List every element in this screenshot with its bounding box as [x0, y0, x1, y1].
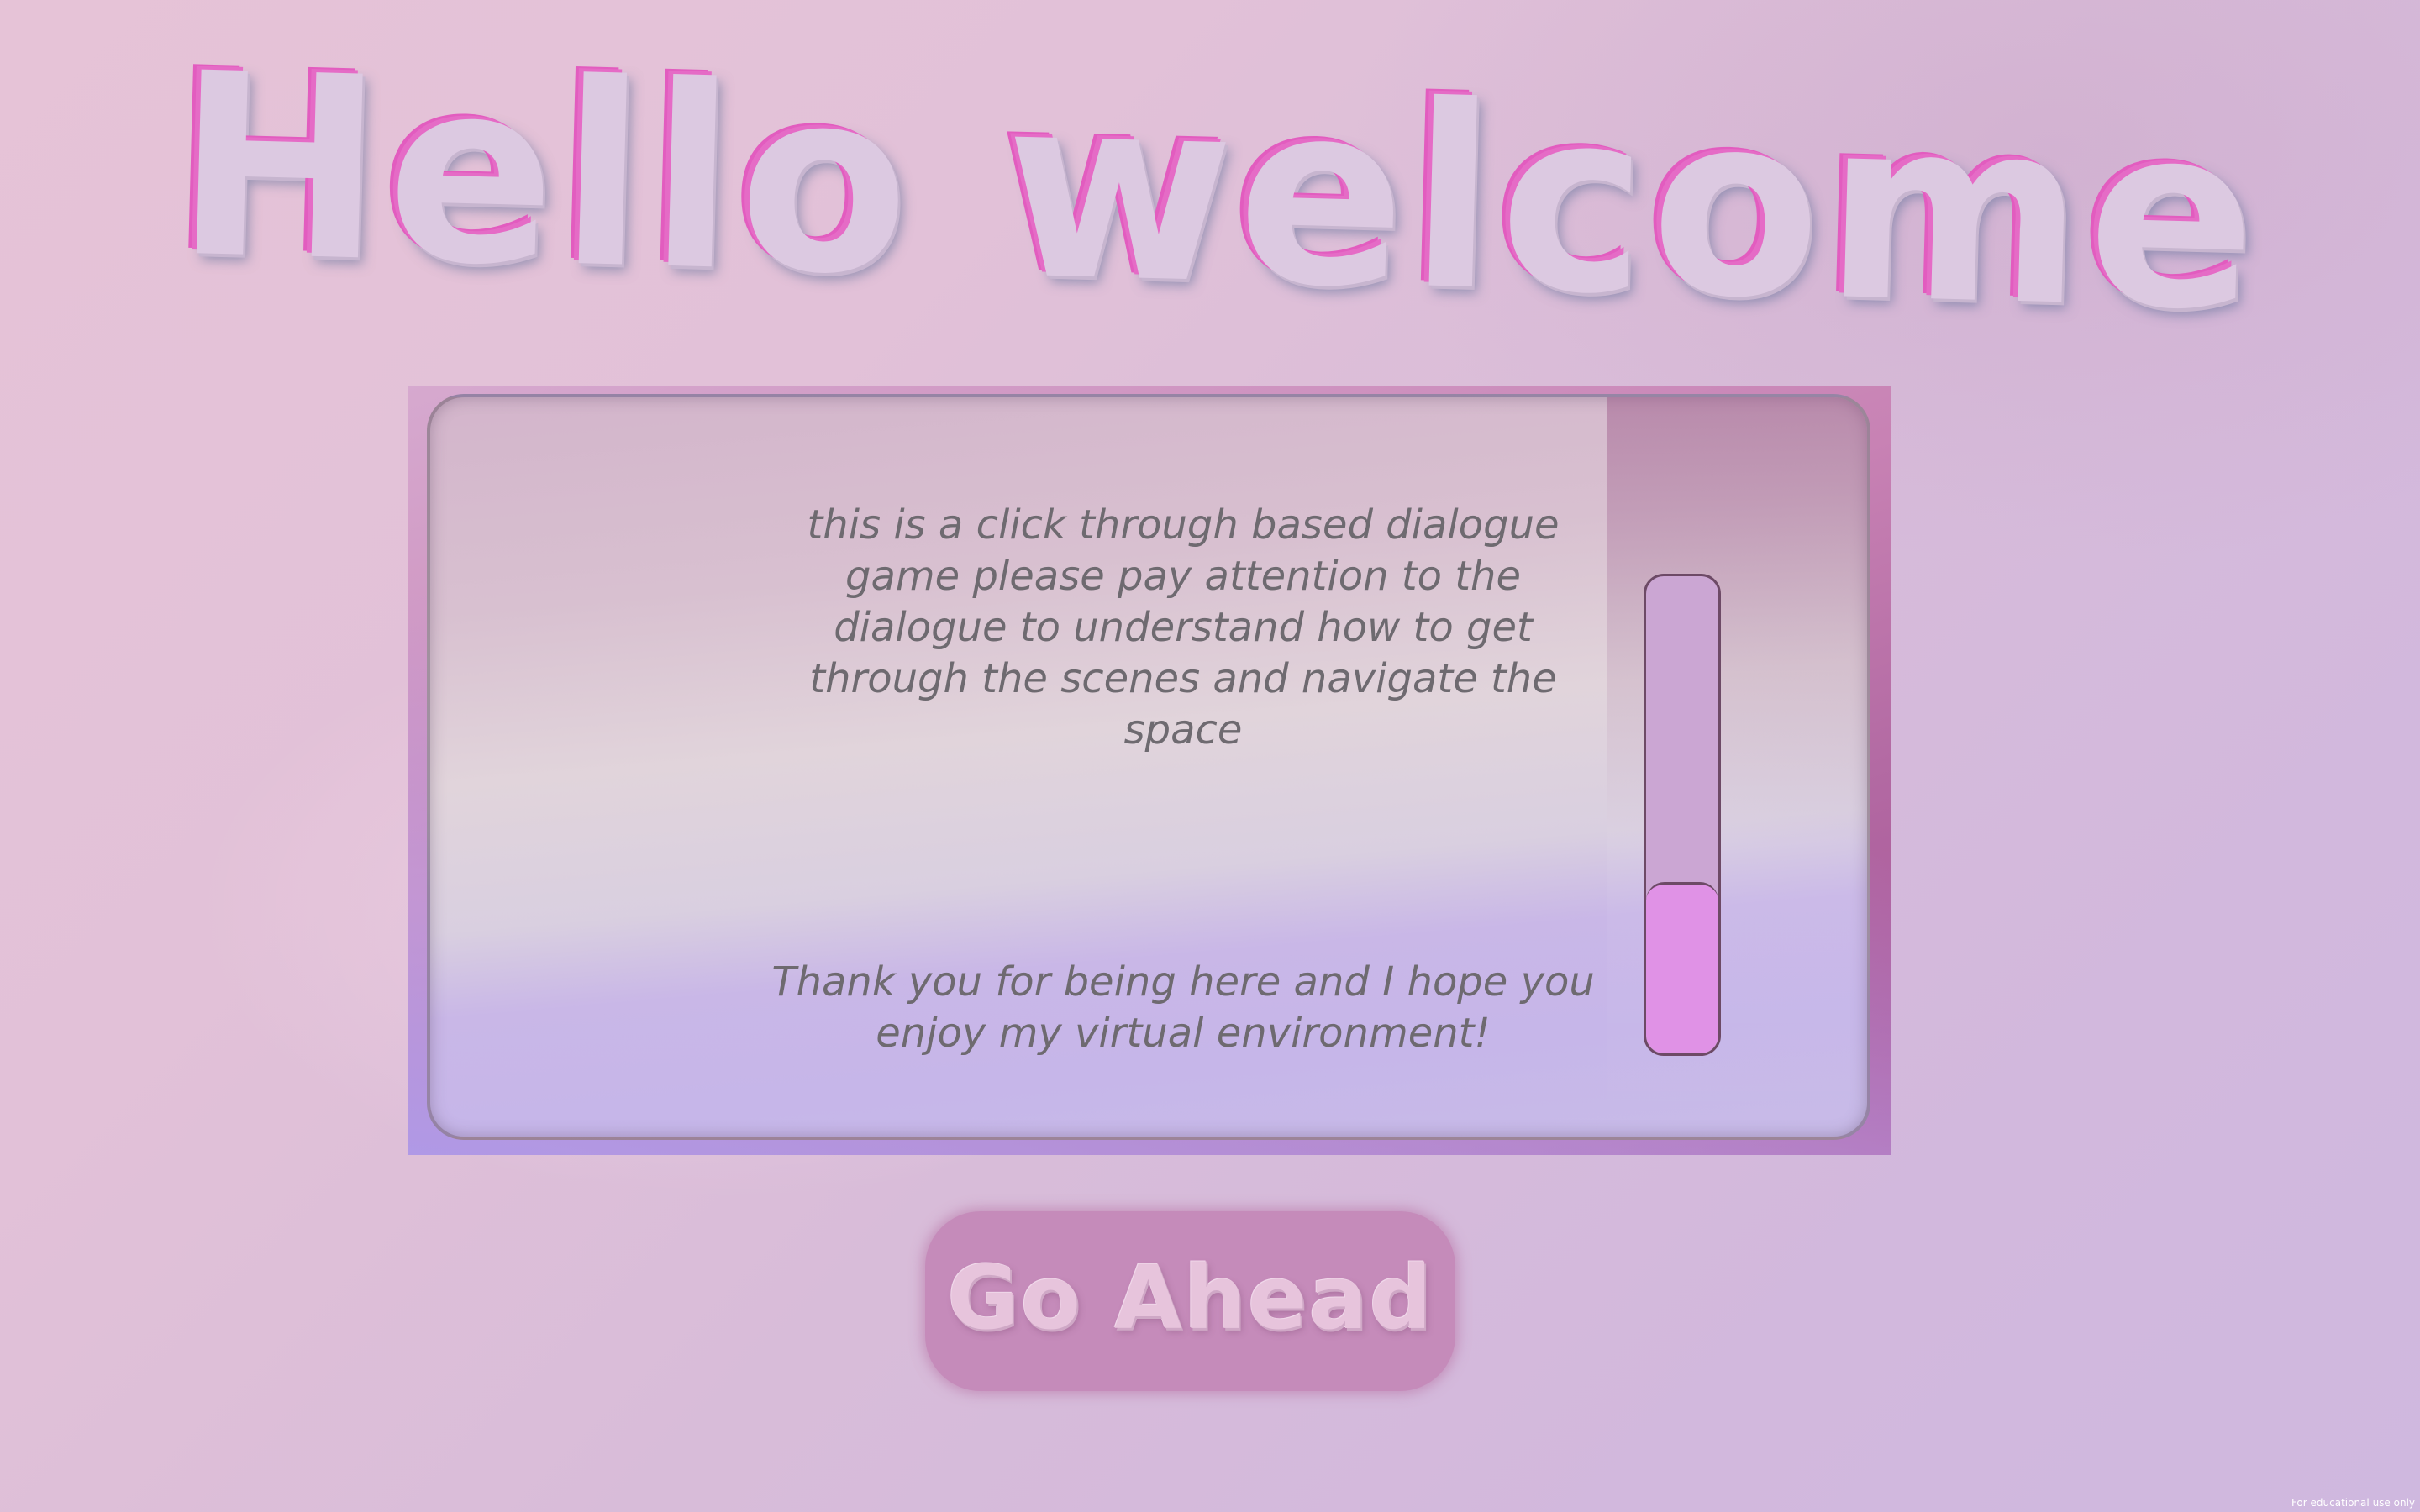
- page-title: Hello welcome: [172, 18, 2265, 367]
- dialogue-text-thanks: Thank you for being here and I hope you …: [771, 958, 1595, 1057]
- go-ahead-button-label: Go Ahead: [947, 1247, 1434, 1349]
- dialogue-panel: this is a click through based dialogue g…: [408, 386, 1891, 1155]
- dialogue-box: this is a click through based dialogue g…: [427, 394, 1870, 1140]
- footer-note: For educational use only: [2291, 1497, 2415, 1509]
- dialogue-scrollbar[interactable]: [1644, 574, 1721, 1056]
- dialogue-text-intro: this is a click through based dialogue g…: [807, 501, 1560, 753]
- go-ahead-button[interactable]: Go Ahead: [925, 1211, 1455, 1391]
- dialogue-scrollbar-thumb[interactable]: [1646, 881, 1718, 1053]
